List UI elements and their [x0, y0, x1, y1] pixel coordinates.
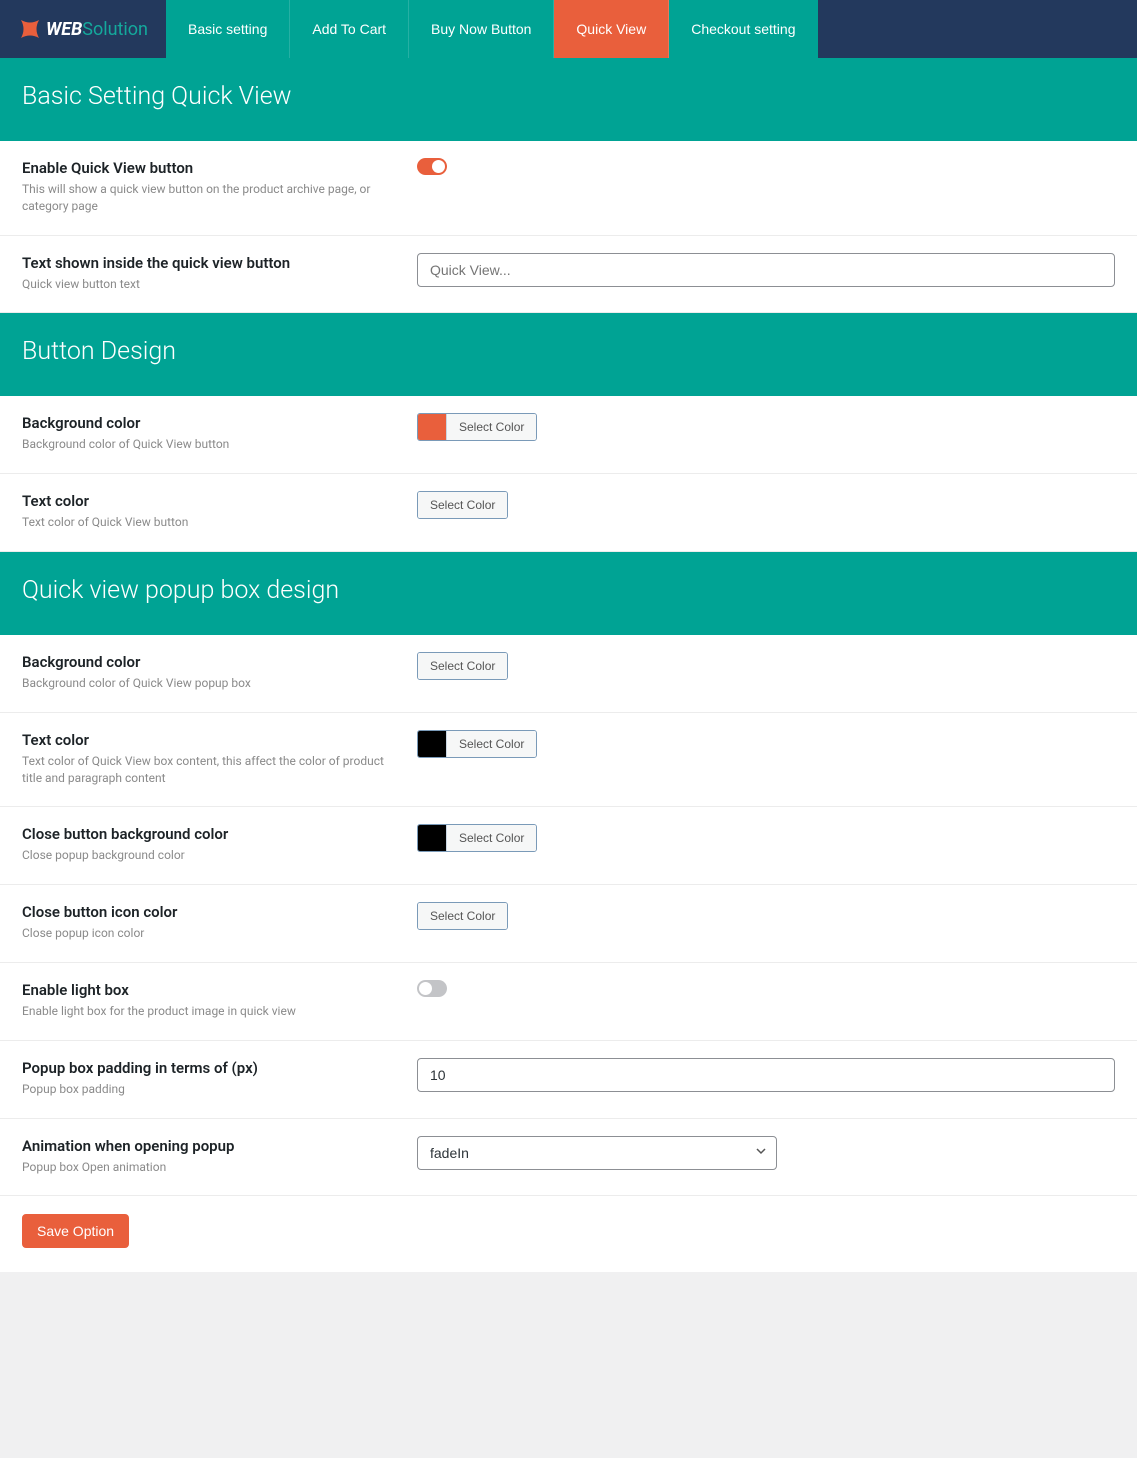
- setting-title: Enable Quick View button: [22, 159, 397, 177]
- setting-title: Text color: [22, 492, 397, 510]
- save-button[interactable]: Save Option: [22, 1214, 129, 1248]
- setting-title: Text color: [22, 731, 397, 749]
- setting-title: Enable light box: [22, 981, 397, 999]
- setting-popup-padding: Popup box padding in terms of (px) Popup…: [0, 1041, 1137, 1119]
- logo-text: WEBSolution: [46, 19, 148, 40]
- select-color-button[interactable]: Select Color: [446, 825, 536, 851]
- tab-buy-now-button[interactable]: Buy Now Button: [409, 0, 554, 58]
- setting-design-text-color: Text color Text color of Quick View butt…: [0, 474, 1137, 552]
- animation-select[interactable]: fadeIn: [417, 1136, 777, 1170]
- select-color-button[interactable]: Select Color: [446, 414, 536, 440]
- tab-basic-setting[interactable]: Basic setting: [166, 0, 290, 58]
- select-color-button[interactable]: Select Color: [446, 731, 536, 757]
- popup-padding-input[interactable]: [417, 1058, 1115, 1092]
- setting-desc: This will show a quick view button on th…: [22, 181, 397, 215]
- setting-popup-bg: Background color Background color of Qui…: [0, 635, 1137, 713]
- setting-desc: Text color of Quick View box content, th…: [22, 753, 397, 787]
- setting-desc: Close popup background color: [22, 847, 397, 864]
- setting-popup-animation: Animation when opening popup Popup box O…: [0, 1119, 1137, 1197]
- setting-lightbox: Enable light box Enable light box for th…: [0, 963, 1137, 1041]
- setting-desc: Background color of Quick View button: [22, 436, 397, 453]
- lightbox-toggle[interactable]: [417, 980, 447, 997]
- popup-text-color-picker[interactable]: Select Color: [417, 730, 537, 758]
- tabs: Basic setting Add To Cart Buy Now Button…: [166, 0, 818, 58]
- footer: Save Option: [0, 1196, 1137, 1272]
- setting-desc: Popup box padding: [22, 1081, 397, 1098]
- section-title-button-design: Button Design: [0, 313, 1137, 396]
- tab-quick-view[interactable]: Quick View: [554, 0, 669, 58]
- setting-button-text: Text shown inside the quick view button …: [0, 236, 1137, 314]
- setting-desc: Enable light box for the product image i…: [22, 1003, 397, 1020]
- select-color-button[interactable]: Select Color: [418, 492, 507, 518]
- tab-add-to-cart[interactable]: Add To Cart: [290, 0, 409, 58]
- setting-desc: Popup box Open animation: [22, 1159, 397, 1176]
- section-title-popup-design: Quick view popup box design: [0, 552, 1137, 635]
- color-swatch: [418, 731, 446, 757]
- tab-checkout-setting[interactable]: Checkout setting: [669, 0, 817, 58]
- setting-popup-text-color: Text color Text color of Quick View box …: [0, 713, 1137, 808]
- header: WEBSolution Basic setting Add To Cart Bu…: [0, 0, 1137, 58]
- setting-close-icon-color: Close button icon color Close popup icon…: [0, 885, 1137, 963]
- close-icon-color-picker[interactable]: Select Color: [417, 902, 508, 930]
- setting-title: Popup box padding in terms of (px): [22, 1059, 397, 1077]
- setting-desc: Background color of Quick View popup box: [22, 675, 397, 692]
- design-bg-color-picker[interactable]: Select Color: [417, 413, 537, 441]
- button-text-input[interactable]: [417, 253, 1115, 287]
- design-text-color-picker[interactable]: Select Color: [417, 491, 508, 519]
- section-title-basic: Basic Setting Quick View: [0, 58, 1137, 141]
- popup-bg-color-picker[interactable]: Select Color: [417, 652, 508, 680]
- setting-title: Close button background color: [22, 825, 397, 843]
- setting-title: Text shown inside the quick view button: [22, 254, 397, 272]
- setting-title: Background color: [22, 414, 397, 432]
- setting-title: Background color: [22, 653, 397, 671]
- setting-design-bg: Background color Background color of Qui…: [0, 396, 1137, 474]
- setting-desc: Close popup icon color: [22, 925, 397, 942]
- select-color-button[interactable]: Select Color: [418, 653, 507, 679]
- logo-icon: [18, 17, 42, 41]
- setting-title: Close button icon color: [22, 903, 397, 921]
- enable-quick-view-toggle[interactable]: [417, 158, 447, 175]
- setting-desc: Quick view button text: [22, 276, 397, 293]
- close-bg-color-picker[interactable]: Select Color: [417, 824, 537, 852]
- color-swatch: [418, 825, 446, 851]
- setting-enable-quick-view: Enable Quick View button This will show …: [0, 141, 1137, 236]
- setting-close-bg: Close button background color Close popu…: [0, 807, 1137, 885]
- setting-desc: Text color of Quick View button: [22, 514, 397, 531]
- select-color-button[interactable]: Select Color: [418, 903, 507, 929]
- setting-title: Animation when opening popup: [22, 1137, 397, 1155]
- color-swatch: [418, 414, 446, 440]
- logo: WEBSolution: [0, 0, 166, 58]
